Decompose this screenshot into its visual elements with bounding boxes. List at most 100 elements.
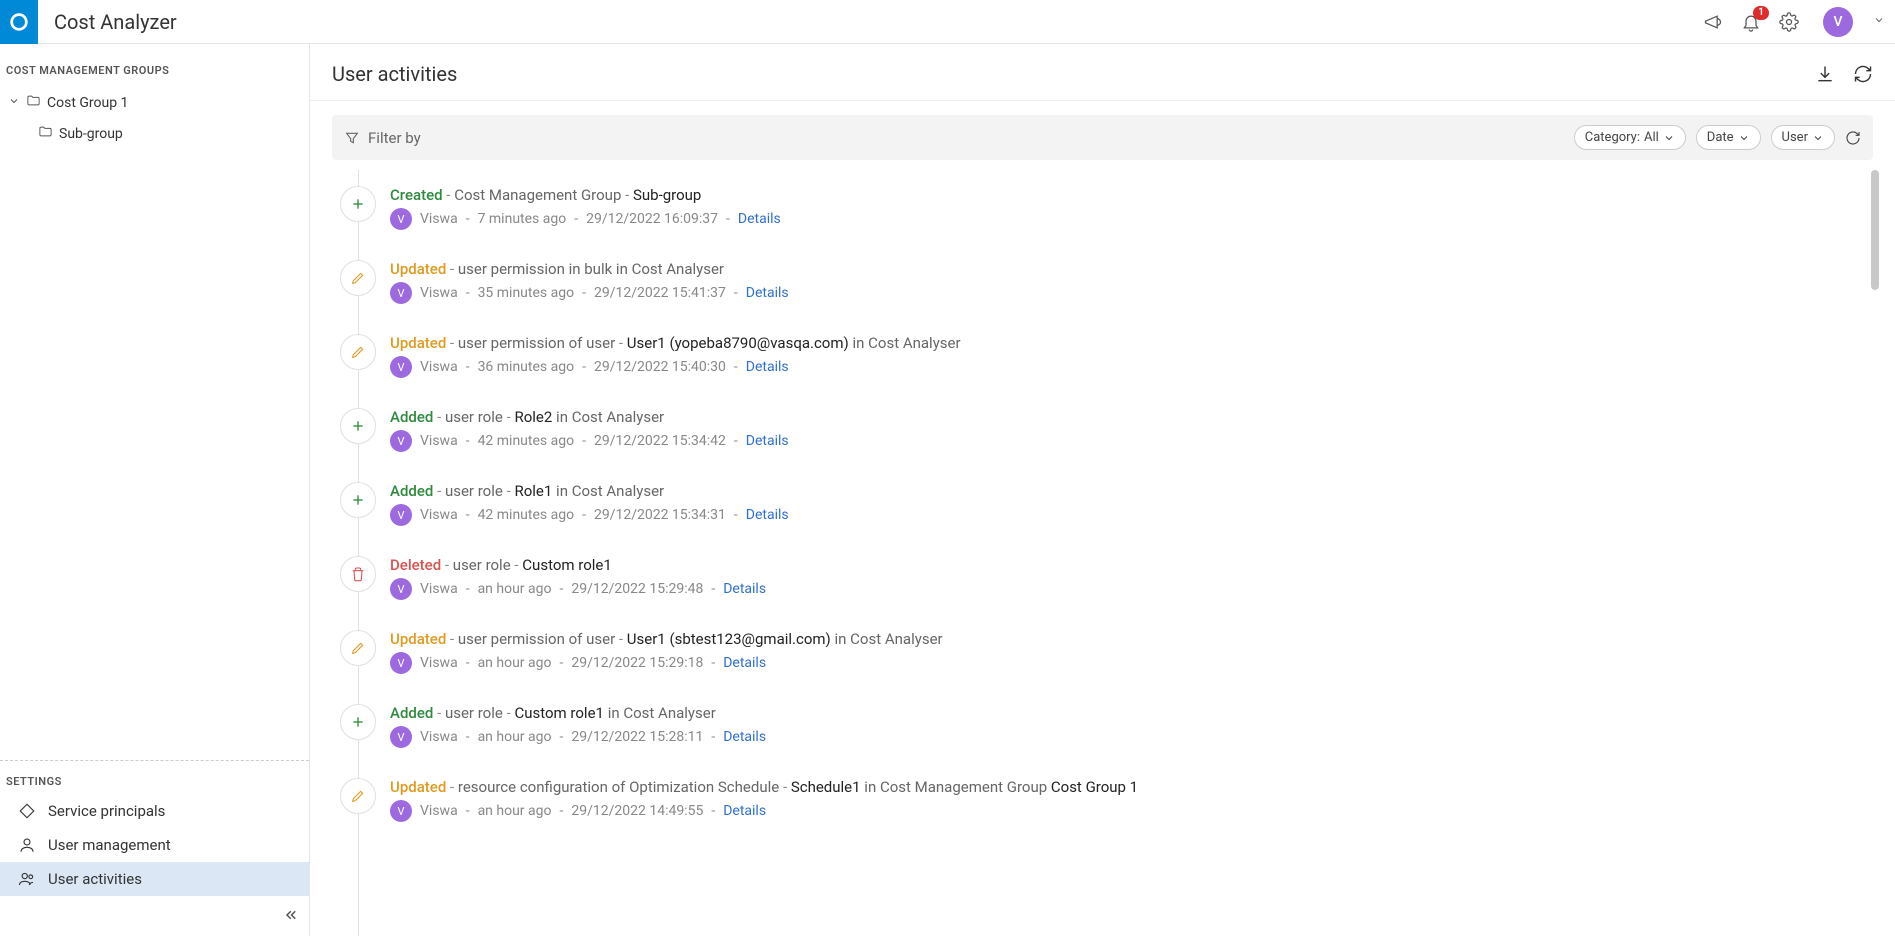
details-link[interactable]: Details (723, 803, 766, 819)
activity-suffix: in Cost Analyser (852, 334, 960, 352)
sidebar-item-user-management[interactable]: User management (0, 828, 309, 862)
activity-body: Added - user role - Role2 in Cost Analys… (390, 408, 1875, 452)
chip-key: Category: (1585, 130, 1640, 145)
activity-relative-time: an hour ago (478, 803, 552, 819)
activity-timestamp: 29/12/2022 15:29:48 (571, 581, 703, 597)
activity-body: Updated - user permission in bulk in Cos… (390, 260, 1875, 304)
activity-suffix: in Cost Analyser (556, 408, 664, 426)
edit-icon (340, 778, 376, 814)
details-link[interactable]: Details (746, 285, 789, 301)
activity-title-line: Added - user role - Role2 in Cost Analys… (390, 408, 1875, 426)
activity-target: Custom role1 (514, 704, 604, 722)
activity-meta-line: VViswa-42 minutes ago-29/12/2022 15:34:3… (390, 504, 1875, 526)
activity-relative-time: 35 minutes ago (478, 285, 575, 301)
activity-meta-line: VViswa-an hour ago-29/12/2022 15:29:48-D… (390, 578, 1875, 600)
sidebar: COST MANAGEMENT GROUPS Cost Group 1 Sub-… (0, 44, 310, 936)
user-avatar-small: V (390, 726, 412, 748)
sidebar-item-user-activities[interactable]: User activities (0, 862, 309, 896)
activity-target: Sub-group (633, 186, 701, 204)
activity-timeline[interactable]: Created - Cost Management Group - Sub-gr… (332, 170, 1881, 936)
download-icon[interactable] (1815, 64, 1835, 84)
activity-description: Cost Management Group (454, 186, 621, 204)
sidebar-groups-title: COST MANAGEMENT GROUPS (0, 44, 309, 87)
tree-item-sub-group[interactable]: Sub-group (4, 118, 305, 149)
activity-description: user role (453, 556, 511, 574)
activity-action: Updated (390, 260, 446, 278)
activity-action: Deleted (390, 556, 441, 574)
edit-icon (340, 630, 376, 666)
page-title: User activities (332, 62, 457, 86)
user-avatar-small: V (390, 652, 412, 674)
activity-description: user permission in bulk in Cost Analyser (458, 260, 724, 278)
details-link[interactable]: Details (738, 211, 781, 227)
tree-item-label: Cost Group 1 (47, 95, 128, 111)
activity-body: Deleted - user role - Custom role1 VViswa… (390, 556, 1875, 600)
notification-badge: 1 (1753, 6, 1769, 20)
user-avatar-small: V (390, 504, 412, 526)
details-link[interactable]: Details (746, 507, 789, 523)
activity-meta-line: VViswa-an hour ago-29/12/2022 15:29:18-D… (390, 652, 1875, 674)
details-link[interactable]: Details (746, 359, 789, 375)
activity-row: Updated - resource configuration of Opti… (332, 762, 1881, 836)
chevron-down-icon[interactable] (8, 95, 20, 111)
filter-by-button[interactable]: Filter by (344, 129, 421, 147)
activity-user: Viswa (420, 507, 458, 523)
date-filter-chip[interactable]: Date (1696, 125, 1761, 150)
filter-icon (344, 130, 360, 146)
activity-title-line: Created - Cost Management Group - Sub-gr… (390, 186, 1875, 204)
activity-suffix: in Cost Analyser (556, 482, 664, 500)
sidebar-item-service-principals[interactable]: Service principals (0, 794, 309, 828)
details-link[interactable]: Details (746, 433, 789, 449)
activity-title-line: Deleted - user role - Custom role1 (390, 556, 1875, 574)
activity-user: Viswa (420, 655, 458, 671)
users-icon (18, 870, 36, 888)
app-logo[interactable] (0, 0, 38, 44)
details-link[interactable]: Details (723, 581, 766, 597)
activity-body: Updated - resource configuration of Opti… (390, 778, 1875, 822)
refresh-icon[interactable] (1853, 64, 1873, 84)
chip-label: User (1782, 130, 1808, 145)
user-avatar-small: V (390, 282, 412, 304)
details-link[interactable]: Details (723, 655, 766, 671)
folder-icon (26, 93, 41, 112)
activity-target: User1 (yopeba8790@vasqa.com) (627, 334, 849, 352)
activity-relative-time: 42 minutes ago (478, 433, 575, 449)
activity-body: Updated - user permission of user - User… (390, 334, 1875, 378)
user-filter-chip[interactable]: User (1771, 125, 1835, 150)
user-avatar[interactable]: V (1823, 7, 1853, 37)
chevron-down-icon (1812, 132, 1824, 144)
activity-suffix-strong: Cost Group 1 (1051, 778, 1138, 796)
activity-action: Added (390, 704, 433, 722)
chevron-down-icon[interactable] (1873, 14, 1885, 30)
activity-timestamp: 29/12/2022 15:29:18 (571, 655, 703, 671)
activity-description: user role (445, 408, 503, 426)
activity-row: Added - user role - Role2 in Cost Analys… (332, 392, 1881, 466)
details-link[interactable]: Details (723, 729, 766, 745)
edit-icon (340, 260, 376, 296)
chip-value: All (1644, 130, 1659, 145)
activity-body: Added - user role - Custom role1 in Cost… (390, 704, 1875, 748)
collapse-sidebar-icon[interactable] (281, 906, 299, 928)
category-filter-chip[interactable]: Category: All (1574, 125, 1686, 150)
add-icon (340, 704, 376, 740)
user-avatar-small: V (390, 578, 412, 600)
activity-user: Viswa (420, 803, 458, 819)
chevron-down-icon (1738, 132, 1750, 144)
activity-timestamp: 29/12/2022 15:34:31 (594, 507, 726, 523)
notification-bell-icon[interactable]: 1 (1741, 12, 1761, 32)
activity-description: resource configuration of Optimization S… (458, 778, 779, 796)
announcement-icon[interactable] (1703, 12, 1723, 32)
activity-user: Viswa (420, 729, 458, 745)
user-avatar-small: V (390, 430, 412, 452)
tree-item-cost-group-1[interactable]: Cost Group 1 (4, 87, 305, 118)
refresh-filters-icon[interactable] (1845, 130, 1861, 146)
activity-description: user permission of user (458, 630, 615, 648)
activity-relative-time: an hour ago (478, 655, 552, 671)
activity-meta-line: VViswa-an hour ago-29/12/2022 14:49:55-D… (390, 800, 1875, 822)
gear-icon[interactable] (1779, 12, 1799, 32)
user-avatar-small: V (390, 356, 412, 378)
activity-action: Updated (390, 334, 446, 352)
activity-timestamp: 29/12/2022 16:09:37 (586, 211, 718, 227)
activity-user: Viswa (420, 359, 458, 375)
activity-relative-time: 42 minutes ago (478, 507, 575, 523)
